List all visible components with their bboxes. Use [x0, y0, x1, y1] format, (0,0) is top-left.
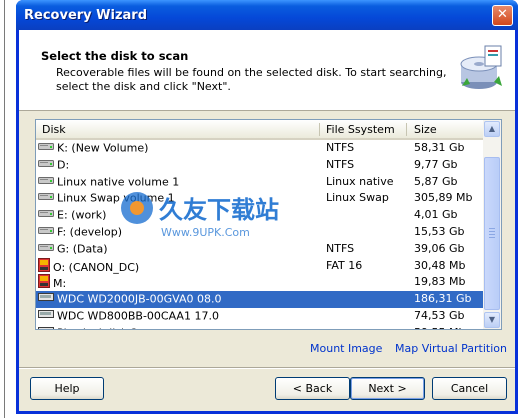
- disk-row[interactable]: Linux native volume 1 Linux native 5,87 Gb: [36, 174, 483, 191]
- title-bar[interactable]: Recovery Wizard ✕: [16, 0, 518, 30]
- size-cell: 59,55 Mb: [414, 325, 482, 329]
- size-cell: 305,89 Mb: [414, 191, 473, 205]
- mount-image-link[interactable]: Mount Image: [310, 342, 382, 355]
- back-button[interactable]: < Back: [275, 377, 350, 400]
- disk-name: G: (Data): [57, 242, 108, 256]
- disk-name-cell: Linux native volume 1: [38, 174, 310, 191]
- help-button[interactable]: Help: [30, 377, 104, 400]
- hard-drive-icon: [38, 157, 54, 174]
- grip-line: [489, 234, 495, 235]
- size-cell: 4,01 Gb: [414, 208, 458, 222]
- file-system-cell: FAT 16: [326, 258, 363, 272]
- disk-row[interactable]: M: 19,83 Mb: [36, 274, 483, 291]
- step-description: Recoverable files will be found on the s…: [56, 66, 447, 93]
- disk-row[interactable]: O: (CANON_DC) FAT 16 30,48 Mb: [36, 257, 483, 275]
- disk-name-cell: G: (Data): [38, 241, 310, 258]
- physical-disk-icon: [38, 325, 54, 329]
- size-cell: 186,31 Gb: [414, 292, 472, 306]
- file-system-cell: NTFS: [326, 141, 355, 154]
- disk-name: Physical disk 2: [57, 326, 138, 329]
- hard-drive-icon: [38, 140, 54, 157]
- disk-list-header: Disk File Ssystem Size: [36, 120, 483, 140]
- scroll-up-button[interactable]: ▲: [484, 121, 500, 137]
- disk-name-cell: D:: [38, 157, 310, 174]
- size-cell: 58,31 Gb: [414, 141, 465, 154]
- file-system-cell: Linux native: [326, 174, 394, 188]
- hard-drive-icon: [38, 207, 54, 224]
- disk-row[interactable]: WDC WD800BB-00CAA1 17.0 74,53 Gb: [36, 308, 483, 325]
- disk-name: D:: [57, 158, 70, 172]
- disk-name-cell: E: (work): [38, 207, 310, 224]
- disk-recovery-icon: [460, 45, 502, 89]
- file-system-cell: NTFS: [326, 157, 355, 171]
- disk-name-cell: K: (New Volume): [38, 140, 310, 157]
- disk-row[interactable]: K: (New Volume) NTFS 58,31 Gb: [36, 140, 483, 157]
- column-header-disk[interactable]: Disk: [42, 123, 66, 136]
- size-cell: 19,83 Mb: [414, 275, 466, 289]
- column-divider[interactable]: [319, 123, 320, 136]
- hard-drive-icon: [38, 190, 54, 207]
- scroll-thumb[interactable]: [484, 157, 500, 310]
- close-icon: ✕: [497, 7, 508, 22]
- step-title: Select the disk to scan: [41, 49, 189, 63]
- column-divider[interactable]: [406, 123, 407, 136]
- disk-name: K: (New Volume): [57, 141, 149, 155]
- vertical-scrollbar[interactable]: ▲ ▼: [483, 120, 501, 329]
- recovery-wizard-window: Recovery Wizard ✕ Select the disk to sca…: [16, 0, 518, 414]
- dialog-body: Select the disk to scan Recoverable file…: [19, 30, 515, 411]
- disk-row[interactable]: E: (work) 4,01 Gb: [36, 207, 483, 224]
- disk-row[interactable]: F: (develop) 15,53 Gb: [36, 224, 483, 241]
- size-cell: 74,53 Gb: [414, 308, 465, 322]
- column-header-file-system[interactable]: File Ssystem: [326, 123, 395, 136]
- disk-list[interactable]: Disk File Ssystem Size K: (New Volume) NT…: [35, 119, 502, 330]
- disk-name-cell: WDC WD800BB-00CAA1 17.0: [38, 308, 310, 325]
- button-divider: [19, 367, 515, 369]
- grip-line: [489, 231, 495, 232]
- physical-disk-icon: [38, 291, 54, 308]
- disk-name-cell: Linux Swap volume 1: [38, 190, 310, 207]
- hard-drive-icon: [38, 241, 54, 258]
- disk-row[interactable]: D: NTFS 9,77 Gb: [36, 157, 483, 174]
- scroll-down-button[interactable]: ▼: [484, 312, 500, 328]
- hard-drive-icon: [38, 174, 54, 191]
- hard-drive-icon: [38, 224, 54, 241]
- file-system-cell: NTFS: [326, 241, 355, 255]
- column-header-size[interactable]: Size: [414, 123, 437, 136]
- file-system-cell: Linux Swap: [326, 191, 389, 205]
- size-cell: 15,53 Gb: [414, 224, 465, 238]
- disk-name: WDC WD800BB-00CAA1 17.0: [57, 309, 219, 323]
- disk-name-cell: WDC WD2000JB-00GVA0 08.0: [38, 291, 310, 308]
- disk-row[interactable]: WDC WD2000JB-00GVA0 08.0 186,31 Gb: [36, 291, 483, 308]
- size-cell: 39,06 Gb: [414, 241, 465, 255]
- size-cell: 9,77 Gb: [414, 157, 458, 171]
- close-button[interactable]: ✕: [492, 5, 513, 26]
- cancel-button[interactable]: Cancel: [432, 377, 507, 400]
- disk-name: Linux native volume 1: [57, 175, 180, 188]
- disk-name: F: (develop): [57, 225, 123, 239]
- window-title: Recovery Wizard: [24, 8, 148, 23]
- disk-row[interactable]: G: (Data) NTFS 39,06 Gb: [36, 241, 483, 258]
- grip-line: [489, 237, 495, 238]
- disk-name: O: (CANON_DC): [53, 260, 140, 274]
- disk-name: E: (work): [57, 208, 107, 222]
- map-virtual-partition-link[interactable]: Map Virtual Partition: [395, 342, 507, 355]
- next-button[interactable]: Next >: [350, 377, 425, 400]
- background-frame-edge: [4, 0, 5, 418]
- disk-name: M:: [53, 277, 67, 291]
- wizard-header: Select the disk to scan Recoverable file…: [19, 30, 515, 111]
- disk-name-cell: Physical disk 2: [38, 325, 310, 329]
- disk-rows: K: (New Volume) NTFS 58,31 Gb D: NTFS 9,77 Gb…: [36, 140, 483, 329]
- disk-row[interactable]: Physical disk 2 59,55 Mb: [36, 325, 483, 329]
- size-cell: 5,87 Gb: [414, 174, 458, 188]
- disk-name: Linux Swap volume 1: [57, 191, 175, 205]
- physical-disk-icon: [38, 308, 54, 325]
- disk-name-cell: F: (develop): [38, 224, 310, 241]
- grip-line: [489, 228, 495, 229]
- size-cell: 30,48 Mb: [414, 258, 466, 272]
- disk-row[interactable]: Linux Swap volume 1 Linux Swap 305,89 Mb: [36, 190, 483, 207]
- disk-name: WDC WD2000JB-00GVA0 08.0: [57, 292, 222, 306]
